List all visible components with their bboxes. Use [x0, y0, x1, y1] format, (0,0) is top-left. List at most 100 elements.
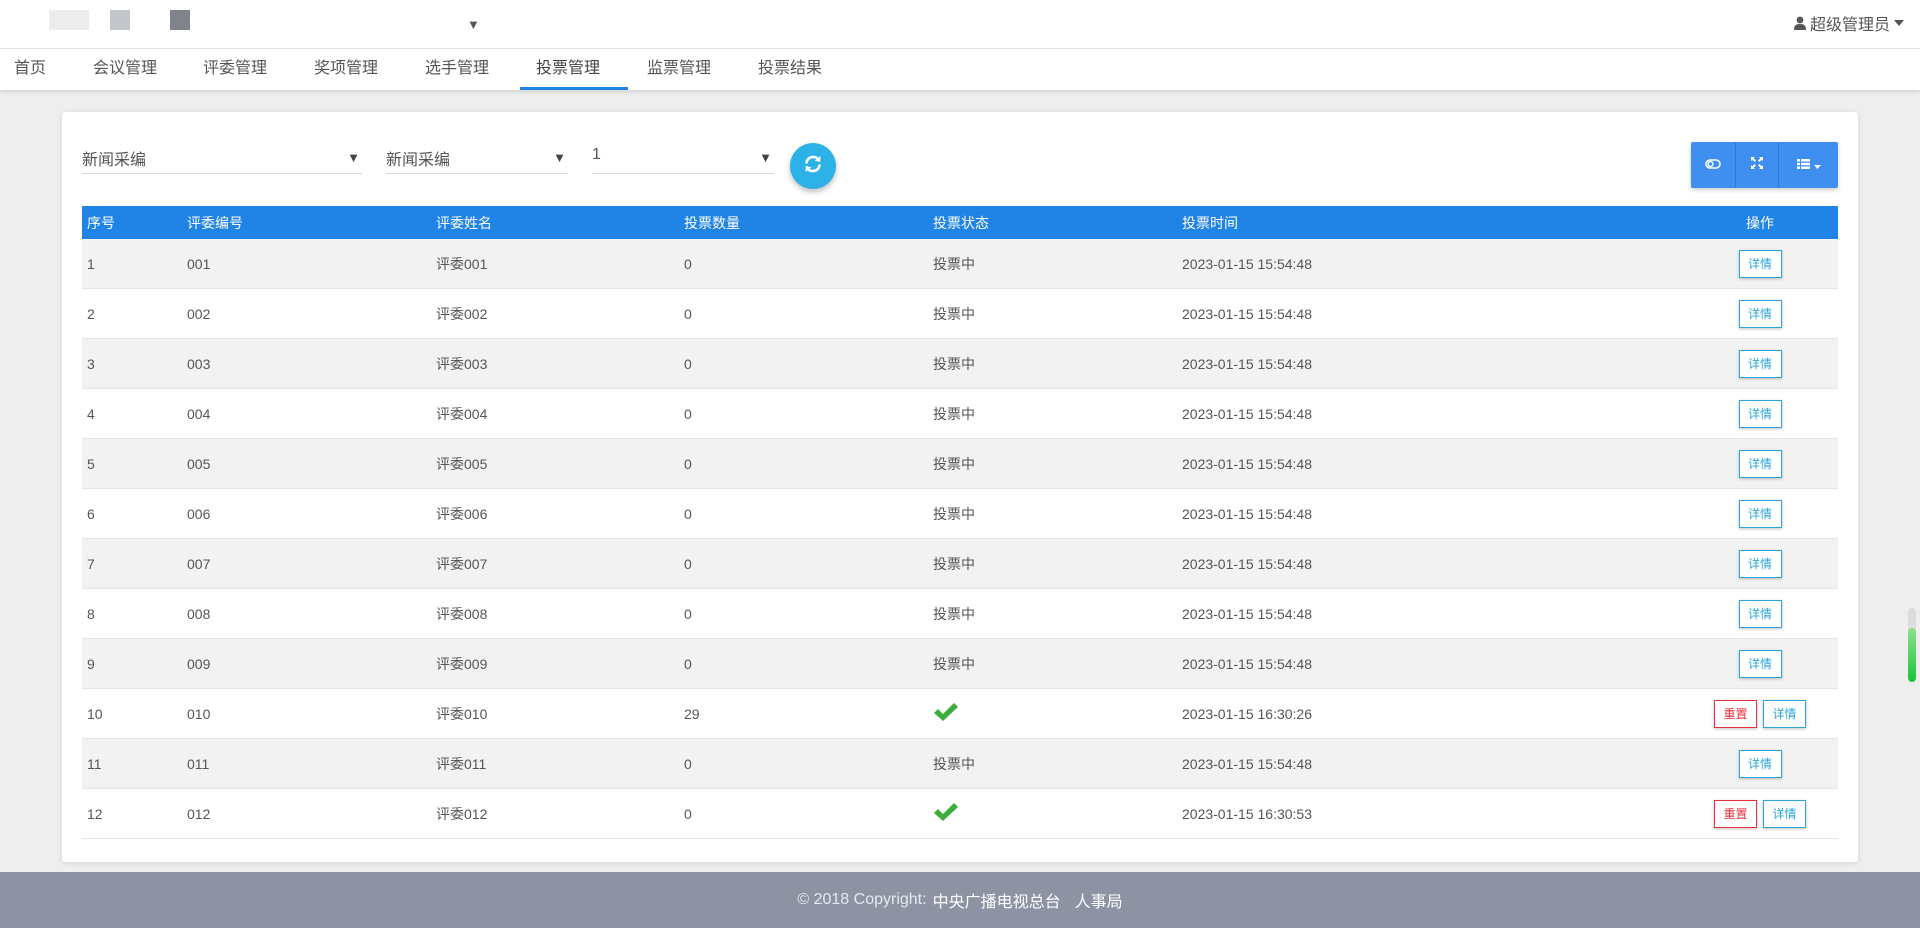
detail-button[interactable]: 详情 — [1738, 749, 1782, 778]
seq-cell: 2 — [87, 305, 95, 322]
status-cell: 投票中 — [933, 505, 975, 522]
time-cell: 2023-01-15 15:54:48 — [1182, 405, 1312, 422]
detail-button[interactable]: 详情 — [1738, 599, 1782, 628]
toggle-view-button[interactable] — [1691, 142, 1736, 188]
count-cell: 29 — [684, 705, 700, 722]
reset-button[interactable]: 重置 — [1714, 699, 1757, 728]
detail-button[interactable]: 详情 — [1738, 549, 1782, 578]
name-cell: 评委012 — [436, 805, 488, 822]
main-panel: 新闻采编 ▼ 新闻采编 ▼ 1 ▼ 序号 评委编号 评委姓名 投票数量 投票状态… — [62, 112, 1858, 862]
detail-button[interactable]: 详情 — [1738, 649, 1782, 678]
status-cell: 投票中 — [933, 255, 975, 272]
refresh-button[interactable] — [790, 143, 836, 189]
category-select[interactable]: 新闻采编 ▼ — [82, 142, 362, 174]
seq-cell: 8 — [87, 605, 95, 622]
category-select-value: 新闻采编 — [82, 152, 147, 169]
columns-icon — [1796, 156, 1810, 174]
scroll-thumb[interactable] — [1908, 628, 1916, 682]
columns-button[interactable] — [1779, 142, 1838, 188]
name-cell: 评委003 — [436, 355, 488, 372]
logo-placeholder — [49, 10, 89, 30]
chevron-down-icon: ▼ — [759, 150, 772, 165]
votes-table: 序号 评委编号 评委姓名 投票数量 投票状态 投票时间 操作 1 001 评委001… — [82, 206, 1838, 839]
chevron-down-icon: ▼ — [347, 150, 360, 165]
count-cell: 0 — [684, 505, 692, 522]
award-select-value: 新闻采编 — [386, 152, 451, 169]
active-tab-indicator — [520, 87, 628, 90]
count-cell: 0 — [684, 805, 692, 822]
table-row: 10 010 评委010 29 2023-01-15 16:30:26 重置 详情 — [82, 689, 1838, 739]
code-cell: 009 — [187, 655, 211, 672]
name-cell: 评委010 — [436, 705, 488, 722]
caret-down-icon — [1813, 156, 1821, 174]
user-menu[interactable]: 超级管理员 — [1793, 12, 1904, 34]
detail-button[interactable]: 详情 — [1738, 299, 1782, 328]
code-cell: 008 — [187, 605, 211, 622]
time-cell: 2023-01-15 15:54:48 — [1182, 255, 1312, 272]
name-cell: 评委002 — [436, 305, 488, 322]
detail-button[interactable]: 详情 — [1738, 449, 1782, 478]
tab-awards[interactable]: 奖项管理 — [314, 49, 378, 90]
tab-meeting[interactable]: 会议管理 — [93, 49, 157, 90]
reset-button[interactable]: 重置 — [1714, 799, 1757, 828]
award-select[interactable]: 新闻采编 ▼ — [386, 142, 568, 174]
status-cell — [933, 689, 959, 738]
count-cell: 0 — [684, 405, 692, 422]
detail-button[interactable]: 详情 — [1738, 249, 1782, 278]
code-cell: 011 — [187, 755, 210, 772]
logo-placeholder-3 — [170, 10, 190, 30]
seq-cell: 5 — [87, 455, 95, 472]
detail-button[interactable]: 详情 — [1763, 799, 1806, 828]
actions-cell: 详情 — [1682, 339, 1838, 388]
actions-cell: 详情 — [1682, 489, 1838, 538]
fullscreen-button[interactable] — [1736, 142, 1779, 188]
main-nav: 首页 会议管理 评委管理 奖项管理 选手管理 投票管理 监票管理 投票结果 — [0, 49, 1920, 90]
code-cell: 012 — [187, 805, 211, 822]
seq-cell: 6 — [87, 505, 95, 522]
status-cell: 投票中 — [933, 605, 975, 622]
detail-button[interactable]: 详情 — [1738, 499, 1782, 528]
table-row: 6 006 评委006 0 投票中 2023-01-15 15:54:48 详情 — [82, 489, 1838, 539]
time-cell: 2023-01-15 16:30:53 — [1182, 805, 1312, 822]
column-header-seq: 序号 — [87, 214, 115, 231]
column-header-time: 投票时间 — [1182, 214, 1238, 231]
detail-button[interactable]: 详情 — [1738, 399, 1782, 428]
name-cell: 评委004 — [436, 405, 488, 422]
page-scrollbar[interactable] — [1908, 608, 1916, 682]
tab-supervision[interactable]: 监票管理 — [647, 49, 711, 90]
code-cell: 001 — [187, 255, 211, 272]
status-cell: 投票中 — [933, 655, 975, 672]
chevron-down-icon[interactable]: ▼ — [467, 17, 480, 32]
actions-cell: 重置 详情 — [1682, 789, 1838, 838]
time-cell: 2023-01-15 15:54:48 — [1182, 555, 1312, 572]
column-header-actions: 操作 — [1746, 214, 1774, 231]
status-cell: 投票中 — [933, 355, 975, 372]
table-row: 11 011 评委011 0 投票中 2023-01-15 15:54:48 详情 — [82, 739, 1838, 789]
time-cell: 2023-01-15 15:54:48 — [1182, 655, 1312, 672]
name-cell: 评委005 — [436, 455, 488, 472]
actions-cell: 重置 详情 — [1682, 689, 1838, 738]
tab-results[interactable]: 投票结果 — [758, 49, 822, 90]
round-select[interactable]: 1 ▼ — [592, 142, 774, 174]
column-header-code: 评委编号 — [187, 214, 243, 231]
tab-contestants[interactable]: 选手管理 — [425, 49, 489, 90]
count-cell: 0 — [684, 255, 692, 272]
tab-home[interactable]: 首页 — [14, 49, 46, 90]
seq-cell: 11 — [87, 755, 102, 772]
tab-judges[interactable]: 评委管理 — [203, 49, 267, 90]
detail-button[interactable]: 详情 — [1763, 699, 1806, 728]
name-cell: 评委006 — [436, 505, 488, 522]
tab-voting[interactable]: 投票管理 — [536, 49, 600, 90]
code-cell: 004 — [187, 405, 211, 422]
seq-cell: 1 — [87, 255, 95, 272]
name-cell: 评委009 — [436, 655, 488, 672]
time-cell: 2023-01-15 15:54:48 — [1182, 455, 1312, 472]
count-cell: 0 — [684, 305, 692, 322]
detail-button[interactable]: 详情 — [1738, 349, 1782, 378]
name-cell: 评委007 — [436, 555, 488, 572]
count-cell: 0 — [684, 605, 692, 622]
count-cell: 0 — [684, 555, 692, 572]
table-toolbar — [1691, 142, 1838, 188]
count-cell: 0 — [684, 755, 692, 772]
actions-cell: 详情 — [1682, 389, 1838, 438]
